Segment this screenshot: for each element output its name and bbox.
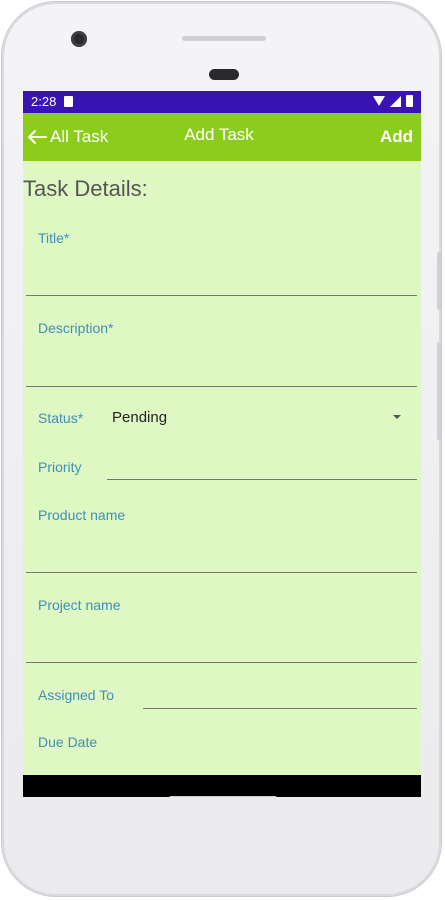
earpiece-speaker (182, 36, 266, 41)
status-icons (373, 95, 413, 107)
title-underline (26, 295, 417, 296)
priority-label: Priority (38, 459, 82, 475)
app-screen: 2:28 All Task Add Task Add Task Details:… (23, 91, 421, 797)
volume-button (437, 342, 441, 440)
power-button (437, 252, 441, 310)
page-title: Add Task (184, 125, 254, 144)
assigned-label: Assigned To (38, 687, 115, 703)
description-underline (26, 386, 417, 387)
wifi-icon (373, 96, 385, 106)
battery-icon (406, 95, 413, 107)
sd-card-icon (64, 96, 73, 107)
description-input[interactable] (26, 317, 417, 385)
assigned-underline (143, 708, 417, 709)
project-underline (26, 662, 417, 663)
status-time: 2:28 (31, 94, 57, 109)
status-label: Status* (38, 410, 84, 426)
product-underline (26, 572, 417, 573)
dropdown-arrow-icon[interactable] (393, 415, 401, 419)
section-title: Task Details: (23, 176, 148, 201)
front-camera (71, 31, 87, 47)
add-button[interactable]: Add (380, 127, 413, 147)
priority-underline (107, 479, 417, 480)
product-input[interactable] (26, 504, 417, 572)
home-indicator[interactable] (169, 796, 277, 797)
due-date-label[interactable]: Due Date (38, 734, 97, 750)
project-input[interactable] (26, 594, 417, 662)
status-bar: 2:28 (23, 91, 421, 113)
proximity-sensor (209, 69, 239, 80)
status-select[interactable]: Pending (112, 409, 167, 426)
assigned-input[interactable] (143, 681, 417, 708)
app-toolbar: All Task Add Task Add (23, 113, 421, 161)
title-input[interactable] (26, 227, 417, 295)
priority-input[interactable] (107, 453, 417, 479)
signal-icon (390, 95, 401, 107)
navigation-bar (23, 775, 421, 797)
